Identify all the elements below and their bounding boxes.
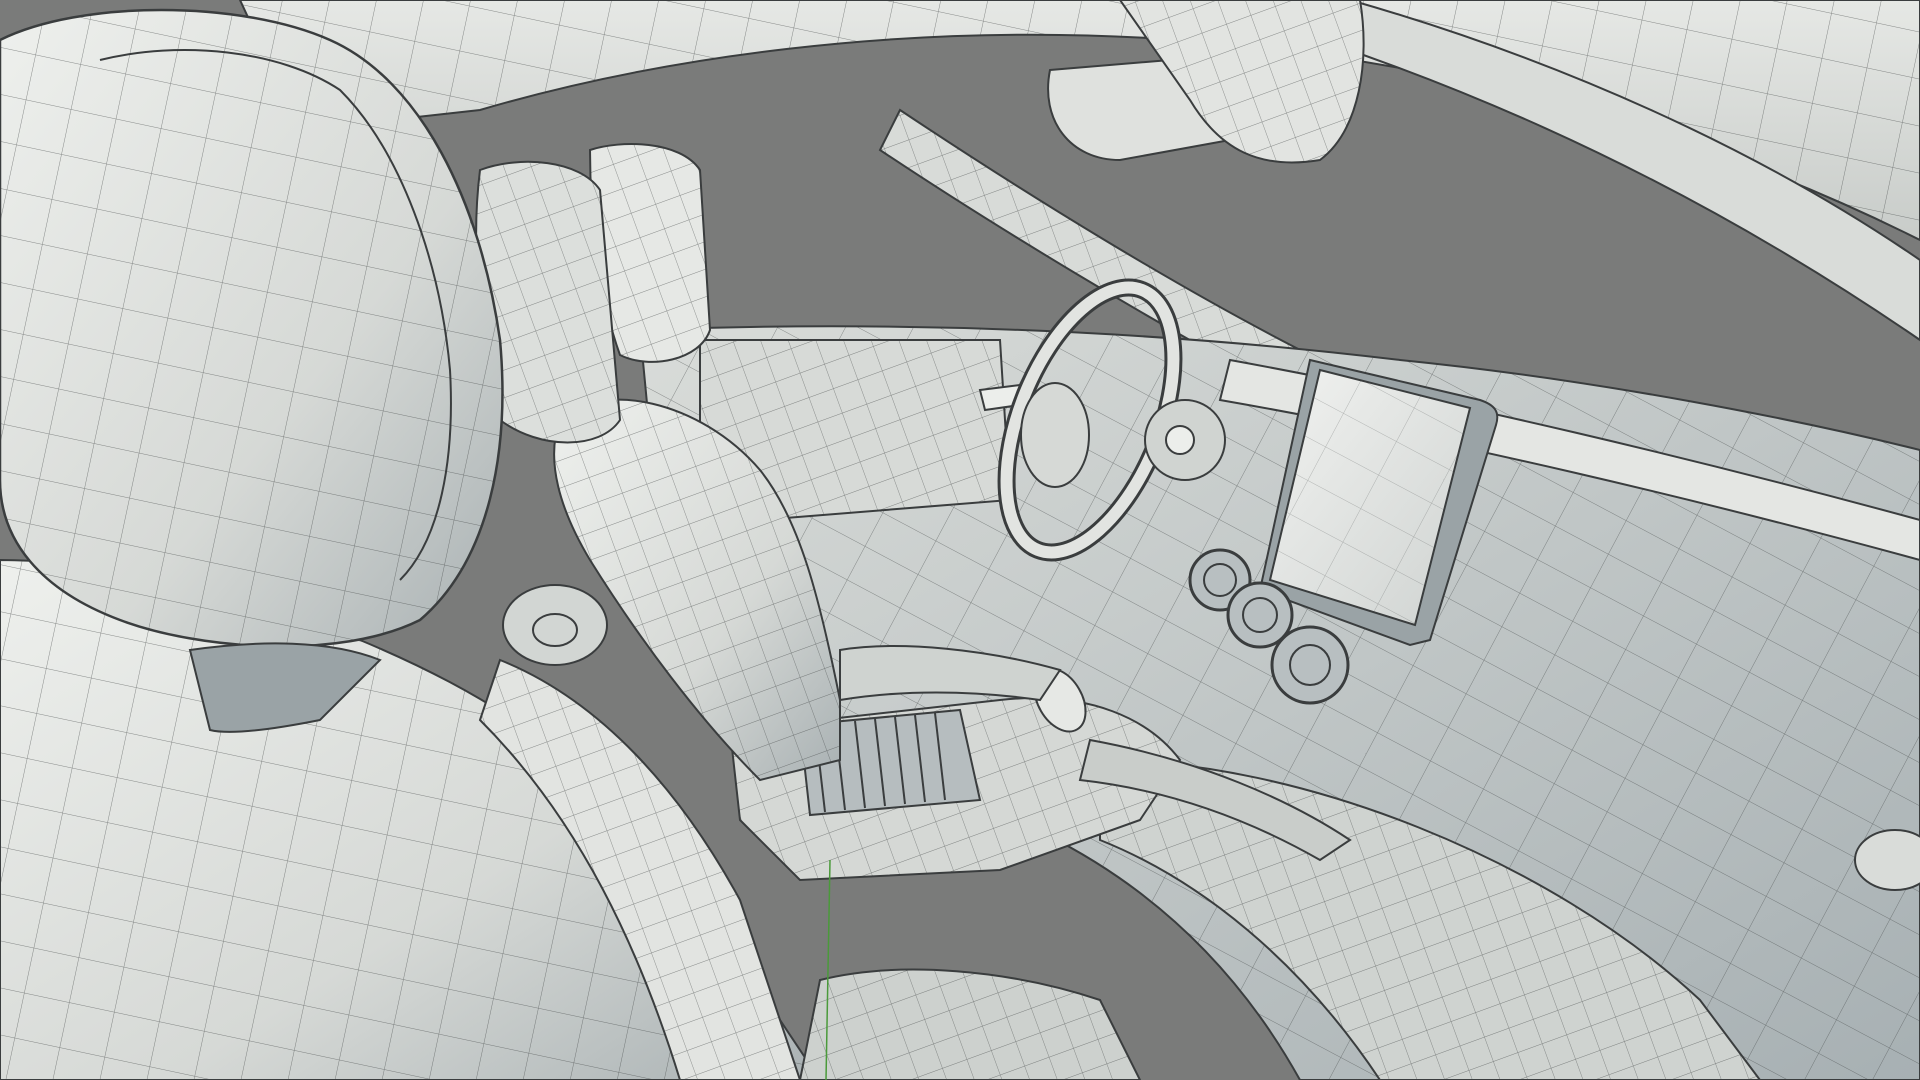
vent-icon[interactable] [1270, 625, 1350, 705]
3d-viewport[interactable] [0, 0, 1920, 1080]
car-interior-render[interactable] [0, 0, 1920, 1080]
door-speaker-icon [502, 584, 608, 666]
